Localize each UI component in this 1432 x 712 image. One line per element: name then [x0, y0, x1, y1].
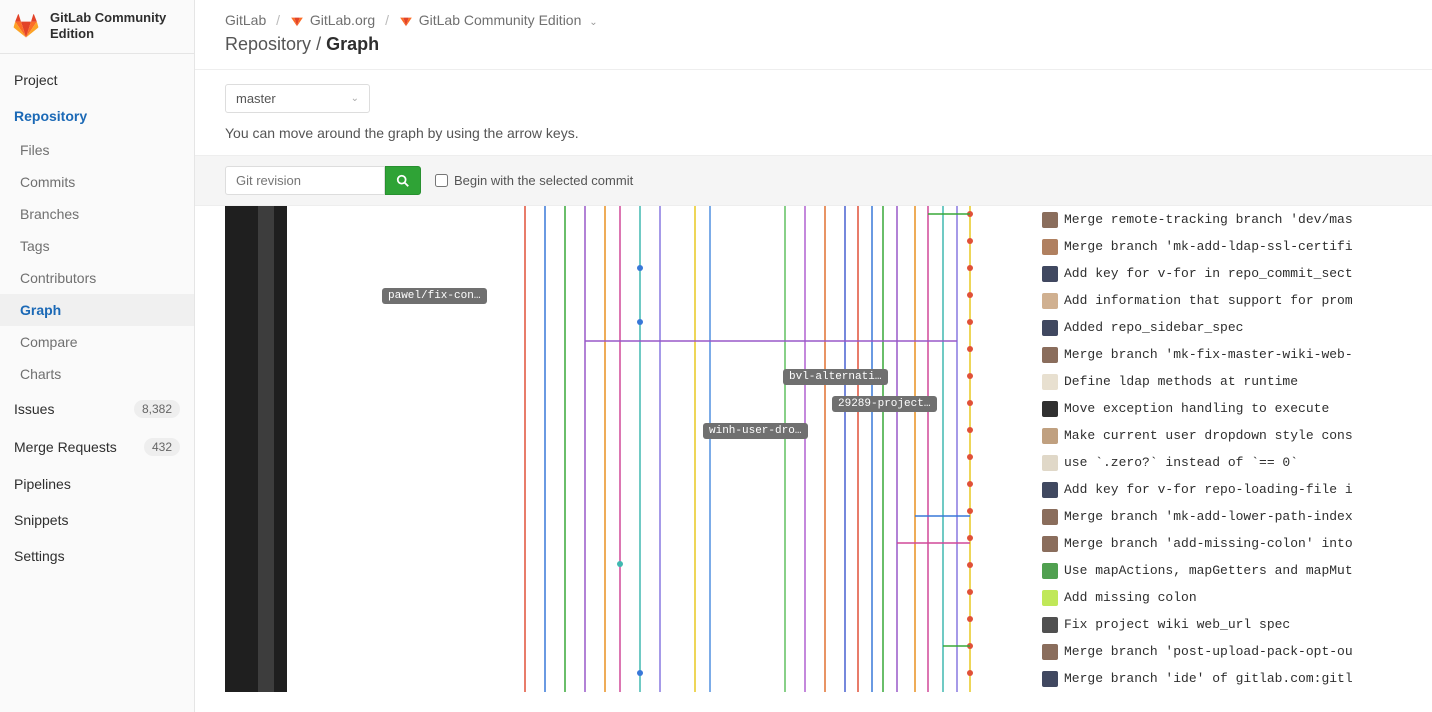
- branch-label[interactable]: winh-user-dropd…: [703, 423, 808, 439]
- nav-item-issues[interactable]: Issues8,382: [0, 390, 194, 428]
- sidebar-header: GitLab Community Edition: [0, 0, 194, 54]
- sub-nav-files[interactable]: Files: [0, 134, 194, 166]
- search-button[interactable]: [385, 166, 421, 195]
- avatar: [1042, 590, 1058, 606]
- nav-item-settings[interactable]: Settings: [0, 538, 194, 574]
- commit-row[interactable]: Merge branch 'ide' of gitlab.com:gitl: [1042, 665, 1402, 692]
- gitlab-icon: [399, 13, 413, 30]
- commit-row[interactable]: Move exception handling to execute: [1042, 395, 1402, 422]
- sub-nav-tags[interactable]: Tags: [0, 230, 194, 262]
- avatar: [1042, 239, 1058, 255]
- sidebar-nav: ProjectRepositoryFilesCommitsBranchesTag…: [0, 54, 194, 574]
- chevron-down-icon[interactable]: ⌄: [589, 17, 597, 28]
- nav-item-project[interactable]: Project: [0, 62, 194, 98]
- app-title: GitLab Community Edition: [50, 10, 182, 43]
- graph-area: pawel/fix-condi… bvl-alternative… 29289-pr…: [195, 206, 1432, 712]
- avatar: [1042, 509, 1058, 525]
- badge: 8,382: [134, 400, 180, 418]
- main-content: GitLab / GitLab.org / GitLab Community E…: [195, 0, 1432, 712]
- breadcrumb-org[interactable]: GitLab.org: [310, 12, 375, 28]
- page-title: Graph: [326, 34, 379, 54]
- avatar: [1042, 266, 1058, 282]
- avatar: [1042, 644, 1058, 660]
- commit-row[interactable]: Use mapActions, mapGetters and mapMut: [1042, 557, 1402, 584]
- search-icon: [396, 174, 410, 188]
- gitlab-icon: [290, 13, 304, 30]
- commit-row[interactable]: Merge branch 'mk-fix-master-wiki-web-: [1042, 341, 1402, 368]
- begin-checkbox-wrap[interactable]: Begin with the selected commit: [435, 173, 633, 188]
- breadcrumb-project[interactable]: GitLab Community Edition: [419, 12, 582, 28]
- commit-row[interactable]: Merge branch 'add-missing-colon' into: [1042, 530, 1402, 557]
- branch-select[interactable]: master ⌄: [225, 84, 370, 113]
- commit-row[interactable]: Add missing colon: [1042, 584, 1402, 611]
- nav-item-merge-requests[interactable]: Merge Requests432: [0, 428, 194, 466]
- revision-input[interactable]: [225, 166, 385, 195]
- avatar: [1042, 347, 1058, 363]
- commit-list: Merge remote-tracking branch 'dev/masMer…: [1042, 206, 1402, 692]
- avatar: [1042, 617, 1058, 633]
- commit-row[interactable]: Add key for v-for repo-loading-file i: [1042, 476, 1402, 503]
- nav-item-pipelines[interactable]: Pipelines: [0, 466, 194, 502]
- sub-nav-charts[interactable]: Charts: [0, 358, 194, 390]
- commit-row[interactable]: use `.zero?` instead of `== 0`: [1042, 449, 1402, 476]
- avatar: [1042, 563, 1058, 579]
- sub-nav-commits[interactable]: Commits: [0, 166, 194, 198]
- commit-row[interactable]: Merge remote-tracking branch 'dev/mas: [1042, 206, 1402, 233]
- commit-row[interactable]: Define ldap methods at runtime: [1042, 368, 1402, 395]
- sub-header-section: Repository: [225, 34, 311, 54]
- breadcrumb-root[interactable]: GitLab: [225, 12, 266, 28]
- nav-item-snippets[interactable]: Snippets: [0, 502, 194, 538]
- branch-label[interactable]: bvl-alternative…: [783, 369, 888, 385]
- avatar: [1042, 212, 1058, 228]
- commit-row[interactable]: Merge branch 'post-upload-pack-opt-ou: [1042, 638, 1402, 665]
- breadcrumb: GitLab / GitLab.org / GitLab Community E…: [195, 0, 1432, 70]
- sub-nav-compare[interactable]: Compare: [0, 326, 194, 358]
- network-graph[interactable]: pawel/fix-condi… bvl-alternative… 29289-pr…: [225, 206, 1042, 692]
- sub-nav-contributors[interactable]: Contributors: [0, 262, 194, 294]
- commit-row[interactable]: Merge branch 'mk-add-lower-path-index: [1042, 503, 1402, 530]
- commit-row[interactable]: Add information that support for prom: [1042, 287, 1402, 314]
- avatar: [1042, 671, 1058, 687]
- commit-row[interactable]: Fix project wiki web_url spec: [1042, 611, 1402, 638]
- branch-controls: master ⌄: [195, 70, 1432, 123]
- avatar: [1042, 455, 1058, 471]
- commit-row[interactable]: Add key for v-for in repo_commit_sect: [1042, 260, 1402, 287]
- avatar: [1042, 401, 1058, 417]
- commit-row[interactable]: Added repo_sidebar_spec: [1042, 314, 1402, 341]
- commit-row[interactable]: Make current user dropdown style cons: [1042, 422, 1402, 449]
- branch-label[interactable]: 29289-project-d…: [832, 396, 937, 412]
- sidebar: GitLab Community Edition ProjectReposito…: [0, 0, 195, 712]
- badge: 432: [144, 438, 180, 456]
- avatar: [1042, 536, 1058, 552]
- commit-row[interactable]: Merge branch 'mk-add-ldap-ssl-certifi: [1042, 233, 1402, 260]
- gitlab-logo-icon: [12, 13, 40, 39]
- avatar: [1042, 293, 1058, 309]
- nav-item-repository[interactable]: Repository: [0, 98, 194, 134]
- graph-hint: You can move around the graph by using t…: [195, 123, 1432, 155]
- revision-toolbar: Begin with the selected commit: [195, 155, 1432, 206]
- chevron-down-icon: ⌄: [351, 93, 359, 104]
- avatar: [1042, 374, 1058, 390]
- sub-nav-graph[interactable]: Graph: [0, 294, 194, 326]
- avatar: [1042, 428, 1058, 444]
- branch-label[interactable]: pawel/fix-condi…: [382, 288, 487, 304]
- sub-nav-branches[interactable]: Branches: [0, 198, 194, 230]
- avatar: [1042, 482, 1058, 498]
- begin-checkbox[interactable]: [435, 174, 448, 187]
- avatar: [1042, 320, 1058, 336]
